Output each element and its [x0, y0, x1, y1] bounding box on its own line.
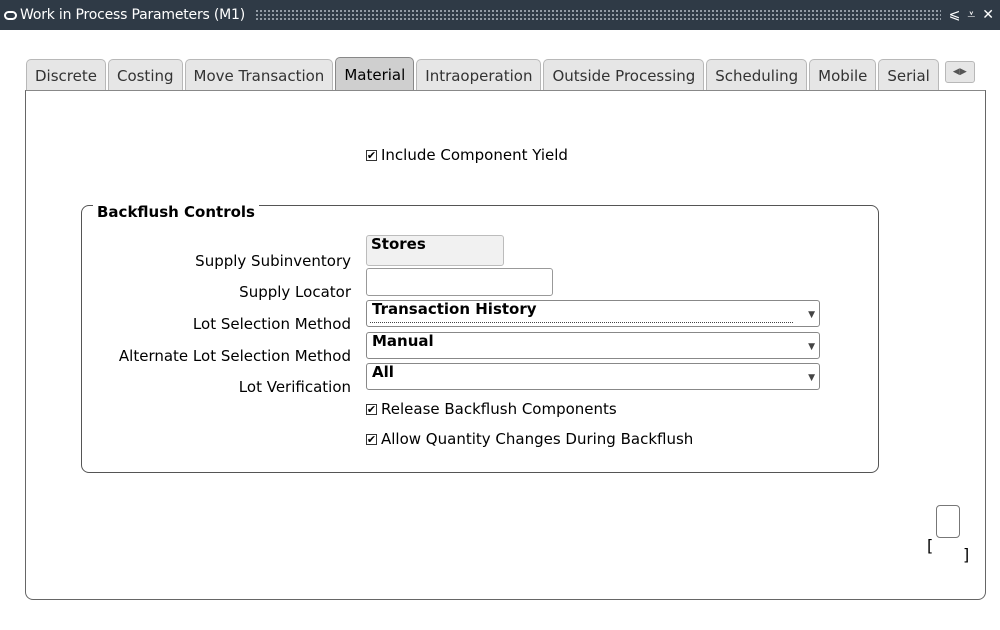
lot-verification-value: All — [372, 363, 394, 381]
lot-selection-method-select[interactable]: Transaction History ▼ — [366, 300, 820, 327]
lot-verification-select[interactable]: All ▼ — [366, 363, 820, 390]
tab-discrete[interactable]: Discrete — [26, 59, 106, 91]
flexfield-left-bracket: [ — [927, 536, 934, 555]
allow-quantity-changes-checkbox[interactable]: ✔ Allow Quantity Changes During Backflus… — [366, 430, 693, 448]
checkbox-checked-icon[interactable]: ✔ — [366, 149, 377, 161]
close-icon[interactable]: ✕ — [982, 7, 994, 23]
release-backflush-components-label: Release Backflush Components — [381, 400, 617, 418]
descriptive-flexfield-field[interactable] — [936, 505, 960, 538]
lot-verification-label: Lot Verification — [238, 378, 351, 396]
chevron-down-icon[interactable]: ▼ — [808, 342, 815, 352]
chevron-down-icon[interactable]: ▼ — [808, 310, 815, 320]
supply-locator-label: Supply Locator — [239, 283, 351, 301]
window-title: Work in Process Parameters (M1) — [20, 7, 245, 23]
window-menu-icon[interactable] — [4, 10, 17, 20]
supply-locator-field[interactable] — [366, 268, 553, 296]
alternate-lot-selection-method-label: Alternate Lot Selection Method — [118, 347, 351, 365]
supply-subinventory-field[interactable]: Stores — [366, 235, 504, 266]
supply-subinventory-label: Supply Subinventory — [195, 252, 351, 270]
tab-move-transaction[interactable]: Move Transaction — [184, 59, 334, 91]
tab-serial[interactable]: Serial — [878, 59, 939, 91]
release-backflush-components-checkbox[interactable]: ✔ Release Backflush Components — [366, 400, 617, 418]
allow-quantity-changes-label: Allow Quantity Changes During Backflush — [381, 430, 694, 448]
include-component-yield-label: Include Component Yield — [381, 146, 568, 164]
alternate-lot-selection-method-select[interactable]: Manual ▼ — [366, 332, 820, 359]
minimize-icon[interactable]: ⩽ — [949, 7, 961, 23]
tab-intraoperation[interactable]: Intraoperation — [416, 59, 542, 91]
tab-material[interactable]: Material — [335, 57, 415, 91]
include-component-yield-checkbox[interactable]: ✔ Include Component Yield — [366, 146, 568, 164]
checkbox-checked-icon[interactable]: ✔ — [366, 403, 377, 415]
flexfield-right-bracket: ] — [963, 545, 970, 564]
lot-selection-method-value: Transaction History — [372, 300, 537, 318]
lot-selection-method-label: Lot Selection Method — [192, 315, 351, 333]
alternate-lot-selection-method-value: Manual — [372, 332, 434, 350]
tab-costing[interactable]: Costing — [107, 59, 183, 91]
window-titlebar: Work in Process Parameters (M1) ⩽ ⩡ ✕ — [0, 0, 1000, 30]
tab-scroll-arrows-icon[interactable]: ◀▶ — [944, 61, 975, 83]
tab-strip: Discrete Costing Move Transaction Materi… — [26, 57, 975, 91]
backflush-controls-title: Backflush Controls — [93, 203, 259, 221]
titlebar-grip[interactable] — [254, 9, 941, 21]
tab-mobile[interactable]: Mobile — [809, 59, 877, 91]
maximize-icon[interactable]: ⩡ — [967, 7, 975, 23]
tab-scheduling[interactable]: Scheduling — [706, 59, 808, 91]
focus-indicator — [370, 322, 793, 323]
checkbox-checked-icon[interactable]: ✔ — [366, 433, 377, 445]
chevron-down-icon[interactable]: ▼ — [808, 373, 815, 383]
tab-outside-processing[interactable]: Outside Processing — [543, 59, 705, 91]
